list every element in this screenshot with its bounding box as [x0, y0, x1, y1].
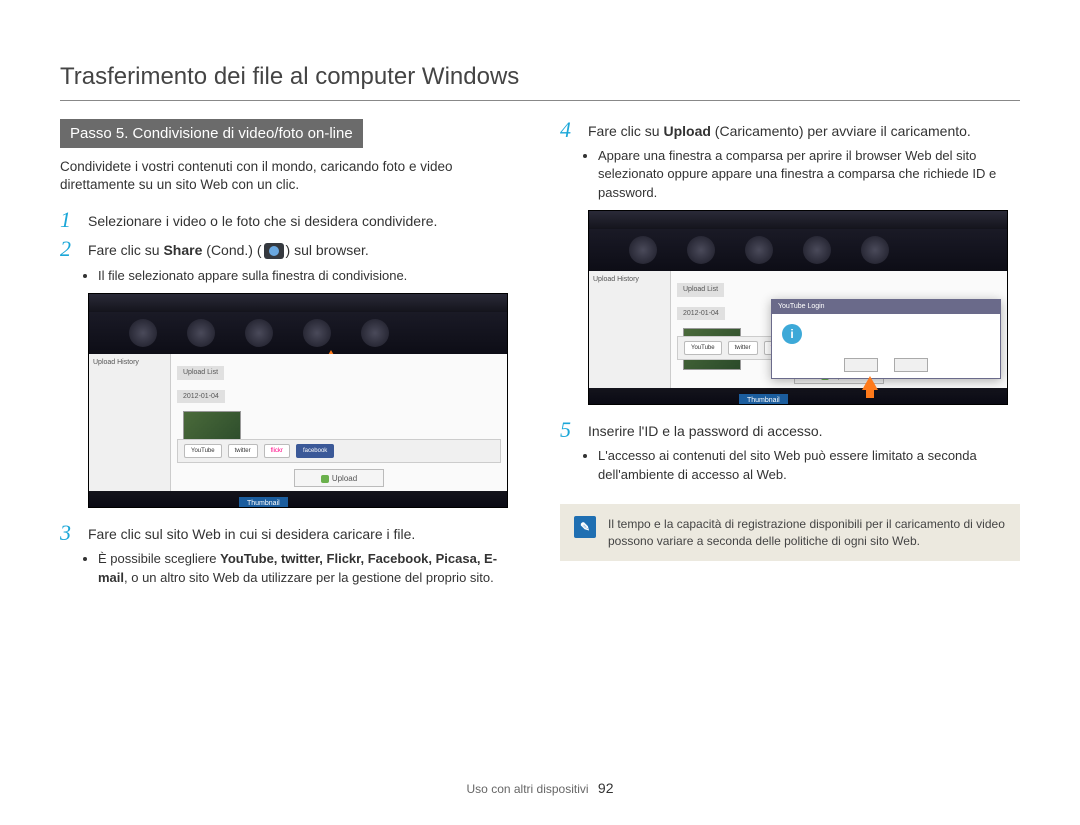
- step-number: 2: [60, 238, 78, 261]
- ss-toolbar: [89, 312, 507, 354]
- step-badge: Passo 5. Condivisione di video/foto on-l…: [60, 119, 363, 148]
- step-number: 3: [60, 522, 78, 545]
- site-twitter: twitter: [728, 341, 758, 355]
- step-2-bullets: Il file selezionato appare sulla finestr…: [60, 267, 520, 285]
- ss-toolbar: [589, 229, 1007, 271]
- step-text: Fare clic su Upload (Caricamento) per av…: [588, 119, 1020, 142]
- site-facebook: facebook: [296, 444, 334, 458]
- step-number: 5: [560, 419, 578, 442]
- popup-buttons: [844, 358, 928, 372]
- upload-label: Upload: [663, 123, 710, 139]
- page-title: Trasferimento dei file al computer Windo…: [60, 60, 1020, 101]
- note-text: Il tempo e la capacità di registrazione …: [608, 516, 1006, 550]
- page-number: 92: [598, 780, 614, 796]
- step-number: 1: [60, 209, 78, 232]
- left-column: Passo 5. Condivisione di video/foto on-l…: [60, 119, 520, 595]
- ss-site-row: YouTube twitter flickr facebook: [177, 439, 501, 463]
- footer-section: Uso con altri dispositivi: [467, 782, 589, 796]
- text: È possibile scegliere: [98, 551, 220, 566]
- ss-main: Upload List 2012-01-04 YouTube twitter f…: [171, 354, 507, 491]
- step-text: Fare clic sul sito Web in cui si desider…: [88, 522, 520, 545]
- step-3: 3 Fare clic sul sito Web in cui si desid…: [60, 522, 520, 545]
- ss-main: Upload List 2012-01-04 YouTube twitter f…: [671, 271, 1007, 388]
- bullet-item: Appare una finestra a comparsa per aprir…: [598, 147, 1020, 202]
- ss-bottombar: Thumbnail: [89, 491, 507, 507]
- site-flickr: flickr: [264, 444, 290, 458]
- toolbar-icon: [687, 236, 715, 264]
- page-footer: Uso con altri dispositivi 92: [0, 779, 1080, 799]
- screenshot-login-popup: Upload History Upload List 2012-01-04 Yo…: [588, 210, 1008, 405]
- ss-upload-list-label: Upload List: [677, 283, 724, 297]
- popup-cancel-button: [894, 358, 928, 372]
- toolbar-icon: [129, 319, 157, 347]
- step-2: 2 Fare clic su Share (Cond.) ( ) sul brow…: [60, 238, 520, 261]
- ss-upload-button: Upload: [294, 469, 384, 487]
- popup-body: i: [772, 314, 1000, 354]
- bullet-item: È possibile scegliere YouTube, twitter, …: [98, 550, 520, 586]
- callout-arrow-icon: [862, 376, 878, 390]
- ss-thumbnail-btn: Thumbnail: [739, 394, 788, 405]
- ss-menubar: [89, 294, 507, 312]
- toolbar-icon: [861, 236, 889, 264]
- step-3-bullets: È possibile scegliere YouTube, twitter, …: [60, 550, 520, 586]
- step-4-bullets: Appare una finestra a comparsa per aprir…: [560, 147, 1020, 202]
- step-text: Inserire l'ID e la password di accesso.: [588, 419, 1020, 442]
- ss-thumbnail-btn: Thumbnail: [239, 497, 288, 508]
- ss-menubar: [589, 211, 1007, 229]
- bullet-item: L'accesso ai contenuti del sito Web può …: [598, 447, 1020, 483]
- site-youtube: YouTube: [684, 341, 722, 355]
- popup-ok-button: [844, 358, 878, 372]
- toolbar-icon: [745, 236, 773, 264]
- ss-date-chip: 2012-01-04: [677, 307, 725, 321]
- site-twitter: twitter: [228, 444, 258, 458]
- share-icon: [264, 243, 284, 259]
- popup-title: YouTube Login: [772, 300, 1000, 314]
- share-label: Share: [163, 242, 202, 258]
- text: Fare clic su: [88, 242, 163, 258]
- step-5-bullets: L'accesso ai contenuti del sito Web può …: [560, 447, 1020, 483]
- site-youtube: YouTube: [184, 444, 222, 458]
- step-number: 4: [560, 119, 578, 142]
- screenshot-share-window: Upload History Upload List 2012-01-04 Yo…: [88, 293, 508, 508]
- ss-sidebar: Upload History: [589, 271, 671, 388]
- toolbar-icon: [303, 319, 331, 347]
- toolbar-icon: [187, 319, 215, 347]
- step-4: 4 Fare clic su Upload (Caricamento) per …: [560, 119, 1020, 142]
- intro-text: Condividete i vostri contenuti con il mo…: [60, 158, 520, 196]
- ss-body: Upload History Upload List 2012-01-04 Yo…: [589, 271, 1007, 388]
- text: Fare clic su: [588, 123, 663, 139]
- text: (Caricamento) per avviare il caricamento…: [711, 123, 971, 139]
- login-popup: YouTube Login i: [771, 299, 1001, 379]
- ss-bottombar: Thumbnail: [589, 388, 1007, 404]
- step-text: Selezionare i video o le foto che si des…: [88, 209, 520, 232]
- step-5: 5 Inserire l'ID e la password di accesso…: [560, 419, 1020, 442]
- toolbar-icon: [361, 319, 389, 347]
- toolbar-icon: [803, 236, 831, 264]
- note-icon: ✎: [574, 516, 596, 538]
- ss-date-chip: 2012-01-04: [177, 390, 225, 404]
- bullet-item: Il file selezionato appare sulla finestr…: [98, 267, 520, 285]
- ss-upload-list-label: Upload List: [177, 366, 224, 380]
- note-box: ✎ Il tempo e la capacità di registrazion…: [560, 504, 1020, 562]
- toolbar-icon: [629, 236, 657, 264]
- text: ) sul browser.: [286, 242, 369, 258]
- info-icon: i: [782, 324, 802, 344]
- content-columns: Passo 5. Condivisione di video/foto on-l…: [60, 119, 1020, 595]
- text: (Cond.) (: [202, 242, 261, 258]
- ss-sidebar: Upload History: [89, 354, 171, 491]
- step-text: Fare clic su Share (Cond.) ( ) sul browse…: [88, 238, 520, 261]
- ss-body: Upload History Upload List 2012-01-04 Yo…: [89, 354, 507, 491]
- step-1: 1 Selezionare i video o le foto che si d…: [60, 209, 520, 232]
- toolbar-icon: [245, 319, 273, 347]
- text: , o un altro sito Web da utilizzare per …: [124, 570, 494, 585]
- right-column: 4 Fare clic su Upload (Caricamento) per …: [560, 119, 1020, 595]
